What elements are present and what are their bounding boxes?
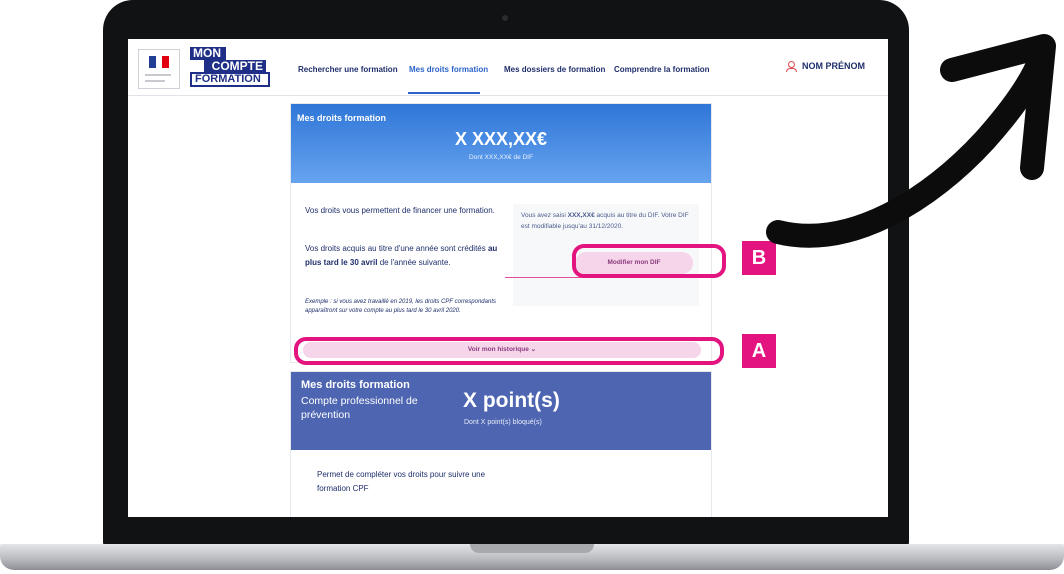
prevention-blocked-points: Dont X point(s) bloqué(s) [464,419,542,426]
arrow-head [940,34,1056,180]
annotation-label-b: B [742,241,776,275]
highlight-a [294,337,724,365]
logo-line-formation: FORMATION [190,72,270,87]
prevention-points: X point(s) [463,389,560,412]
rights-amount: X XXX,XX€ [454,129,548,149]
annotation-label-a: A [742,334,776,368]
dif-amount-note: Dont XXX,XX€ de DIF [469,154,533,161]
rights-intro-text: Vos droits vous permettent de financer u… [305,206,495,215]
rights-title: Mes droits formation [297,113,387,123]
user-account-menu[interactable]: NOM PRÉNOM [786,61,865,72]
prevention-card: Mes droits formation Compte professionne… [290,371,712,517]
nav-mes-droits-formation[interactable]: Mes droits formation [409,65,488,74]
user-icon [786,61,797,72]
site-header: MON COMPTE FORMATION Rechercher une form… [128,39,888,96]
rights-card: Mes droits formation X XXX,XX€ Dont XXX,… [290,103,712,363]
prevention-description: Permet de compléter vos droits pour suiv… [317,470,486,493]
republique-francaise-logo [138,49,180,89]
browser-screen: MON COMPTE FORMATION Rechercher une form… [128,39,888,517]
rights-hero-banner: Mes droits formation X XXX,XX€ Dont XXX,… [291,104,711,183]
nav-mes-dossiers-formation[interactable]: Mes dossiers de formation [504,65,605,74]
prevention-subtitle: Compte professionnel de prévention [301,395,418,421]
user-name: NOM PRÉNOM [802,61,865,71]
active-tab-indicator [408,92,480,94]
highlight-b [572,244,726,278]
prevention-title: Mes droits formation [301,379,410,391]
prevention-hero-banner: Mes droits formation Compte professionne… [291,372,711,450]
french-flag-icon [149,56,170,68]
dif-info-text: Vous avez saisi XXX,XX€ acquis au titre … [521,212,689,230]
laptop-notch [470,544,594,553]
rights-example-text: Exemple : si vous avez travaillé en 2019… [305,299,496,314]
rights-credit-text: Vos droits acquis au titre d'une année s… [305,244,498,267]
nav-comprendre-formation[interactable]: Comprendre la formation [614,65,710,74]
nav-rechercher-formation[interactable]: Rechercher une formation [298,65,398,74]
webcam [502,15,508,21]
mon-compte-formation-logo[interactable]: MON COMPTE FORMATION [190,47,270,87]
